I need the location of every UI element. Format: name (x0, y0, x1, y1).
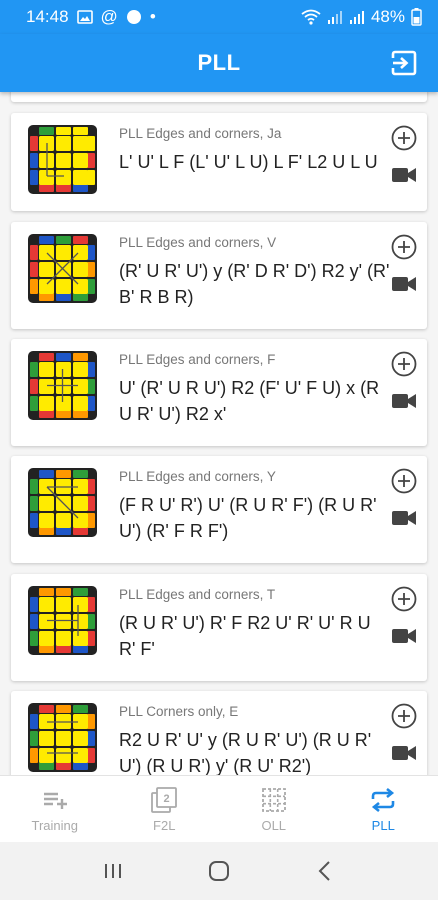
algorithm-name: PLL Edges and corners, V (119, 235, 277, 250)
add-circle-icon[interactable] (391, 703, 417, 729)
more-notifications-dot: • (149, 7, 156, 26)
status-time: 14:48 (26, 7, 69, 26)
svg-text:2: 2 (164, 793, 170, 805)
video-camera-icon[interactable] (391, 626, 417, 646)
nav-pll[interactable]: PLL (329, 776, 438, 842)
algorithm-name: PLL Edges and corners, F (119, 352, 276, 367)
nav-training[interactable]: Training (0, 776, 110, 842)
app-bar: PLL (0, 34, 438, 92)
nav-pll-label: PLL (371, 818, 395, 833)
add-circle-icon[interactable] (391, 586, 417, 612)
recent-apps-icon[interactable] (101, 859, 125, 883)
nav-oll-label: OLL (261, 818, 287, 833)
nav-f2l-label: F2L (153, 818, 176, 833)
oll-grid-icon (261, 788, 286, 812)
cube-diagram-icon (28, 468, 97, 537)
algorithm-card[interactable]: PLL Edges and corners, Ja L' U' L F (L' U… (11, 113, 427, 211)
signal-1-icon (327, 11, 342, 24)
video-camera-icon[interactable] (391, 274, 417, 294)
circle-notification-icon (126, 10, 141, 24)
cube-diagram-icon (28, 703, 97, 772)
partial-card-top (11, 92, 427, 102)
at-notification-icon: @ (100, 7, 118, 26)
algorithm-name: PLL Edges and corners, Ja (119, 126, 282, 141)
exit-icon[interactable] (390, 49, 418, 77)
video-camera-icon[interactable] (391, 391, 417, 411)
home-icon[interactable] (207, 859, 231, 883)
cube-diagram-icon (28, 351, 97, 420)
algorithm-card[interactable]: PLL Edges and corners, Y (F R U' R') U' (… (11, 456, 427, 563)
bottom-navigation: Training 2 F2L OLL PLL (0, 775, 438, 842)
page-title: PLL (197, 50, 241, 75)
wifi-icon (301, 9, 321, 25)
cube-diagram-icon (28, 586, 97, 655)
nav-f2l[interactable]: 2 F2L (110, 776, 220, 842)
cube-diagram-icon (28, 125, 97, 194)
algorithm-moves: U' (R' U R U') R2 (F' U' F U) x (R U R' … (119, 378, 380, 424)
back-icon[interactable] (313, 859, 337, 883)
nav-training-label: Training (31, 818, 78, 833)
f2l-icon: 2 (151, 787, 178, 813)
algorithm-moves: (R U R' U') R' F R2 U' R' U' R U R' F' (119, 613, 371, 659)
gallery-notification-icon (76, 10, 93, 24)
algorithm-name: PLL Edges and corners, T (119, 587, 276, 602)
algorithm-card[interactable]: PLL Corners only, E R2 U R' U' y (R U R' … (11, 691, 427, 775)
algorithm-list[interactable]: PLL Edges and corners, Ja L' U' L F (L' U… (0, 92, 438, 775)
algorithm-moves: (F R U' R') U' (R U R' F') (R U R' U') (… (119, 495, 377, 541)
signal-2-icon (349, 11, 364, 24)
add-circle-icon[interactable] (391, 468, 417, 494)
algorithm-name: PLL Edges and corners, Y (119, 469, 276, 484)
system-navigation-bar (0, 842, 438, 900)
algorithm-card[interactable]: PLL Edges and corners, F U' (R' U R U') R… (11, 339, 427, 446)
battery-icon (411, 8, 422, 26)
algorithm-card[interactable]: PLL Edges and corners, V (R' U R' U') y (… (11, 222, 427, 329)
cube-diagram-icon (28, 234, 97, 303)
algorithm-card[interactable]: PLL Edges and corners, T (R U R' U') R' F… (11, 574, 427, 681)
algorithm-moves: R2 U R' U' y (R U R' U') (R U R' U') (R … (119, 730, 372, 775)
add-circle-icon[interactable] (391, 234, 417, 260)
training-list-add-icon (43, 792, 67, 809)
video-camera-icon[interactable] (391, 165, 417, 185)
status-bar: 14:48 @ • 48% (0, 0, 438, 34)
algorithm-moves: L' U' L F (L' U' L U) L F' L2 U L U (119, 152, 378, 172)
video-camera-icon[interactable] (391, 508, 417, 528)
pll-swap-icon (371, 787, 395, 813)
video-camera-icon[interactable] (391, 743, 417, 763)
algorithm-name: PLL Corners only, E (119, 704, 239, 719)
nav-oll[interactable]: OLL (219, 776, 329, 842)
battery-percent: 48% (370, 7, 405, 26)
add-circle-icon[interactable] (391, 125, 417, 151)
add-circle-icon[interactable] (391, 351, 417, 377)
algorithm-moves: (R' U R' U') y (R' D R' D') R2 y' (R' B'… (119, 261, 390, 307)
